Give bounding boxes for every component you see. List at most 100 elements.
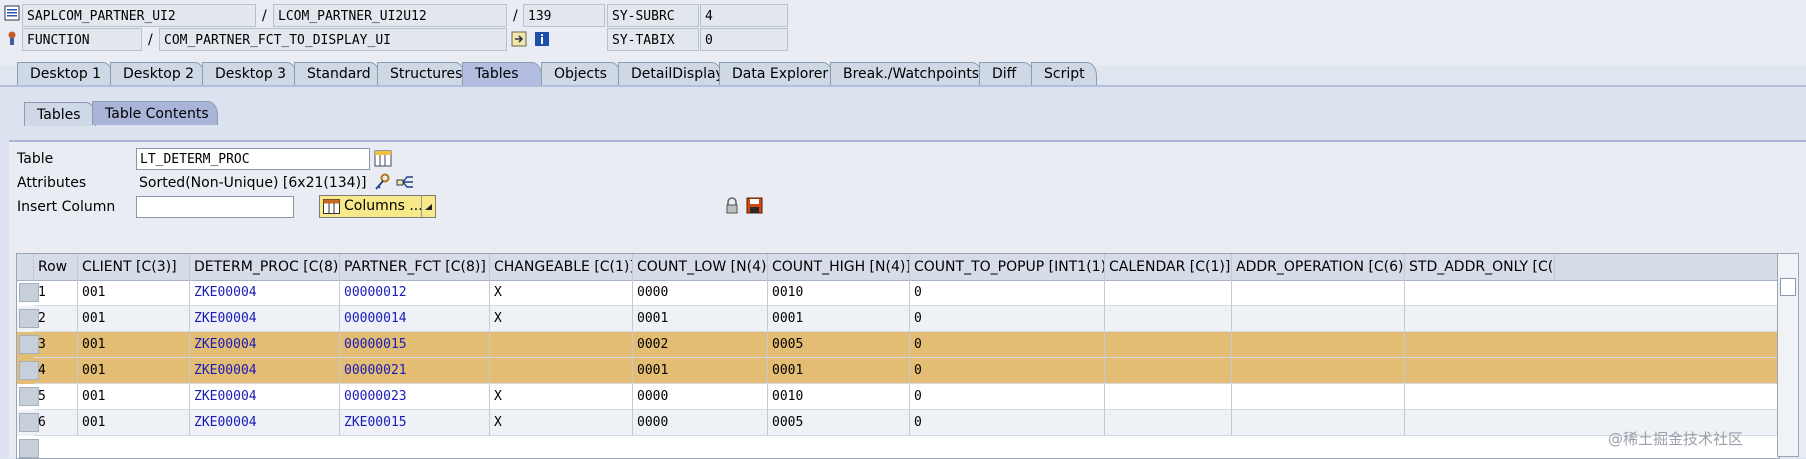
table-view-icon[interactable]: [374, 150, 392, 167]
watermark: @稀土掘金技术社区: [1608, 430, 1744, 448]
cell-addr-operation: [1232, 384, 1405, 410]
cell-count-to-popup: 0: [910, 358, 1105, 384]
table-row[interactable]: 6 001 ZKE00004 ZKE00015 X 0000 0005 0: [17, 410, 1779, 436]
cell-count-low: 0000: [633, 280, 768, 306]
cell-count-to-popup: 0: [910, 280, 1105, 306]
tab-script[interactable]: Script: [1031, 62, 1097, 85]
table-name-input[interactable]: LT_DETERM_PROC: [136, 148, 370, 170]
table-row[interactable]: 1 001 ZKE00004 00000012 X 0000 0010 0: [17, 280, 1779, 306]
key-icon[interactable]: [373, 173, 392, 192]
separator-slash: /: [262, 8, 267, 24]
cell-count-to-popup: 0: [910, 410, 1105, 436]
columns-button[interactable]: Columns ...: [319, 195, 436, 218]
cell-count-to-popup: 0: [910, 384, 1105, 410]
debugger-info-bar: SAPLCOM_PARTNER_UI2 / LCOM_PARTNER_UI2U1…: [0, 0, 1806, 66]
lock-icon[interactable]: [724, 197, 740, 215]
columns-button-label: Columns ...: [344, 198, 423, 214]
column-header-determ-proc[interactable]: DETERM_PROC [C(8)]: [190, 254, 340, 280]
tab-desktop-3[interactable]: Desktop 3: [202, 62, 297, 85]
table-label: Table: [17, 151, 54, 167]
cell-row: 5: [34, 384, 78, 410]
event-name-field: COM_PARTNER_FCT_TO_DISPLAY_UI: [159, 28, 507, 51]
scrollbar-thumb[interactable]: [1780, 278, 1796, 296]
tab-desktop-2[interactable]: Desktop 2: [110, 62, 205, 85]
table-row-highlighted[interactable]: 4 001 ZKE00004 00000021 0001 0001 0: [17, 358, 1779, 384]
cell-determ-proc[interactable]: ZKE00004: [190, 358, 340, 384]
cell-changeable: X: [490, 410, 633, 436]
cell-determ-proc[interactable]: ZKE00004: [190, 410, 340, 436]
table-contents-grid: Row CLIENT [C(3)] DETERM_PROC [C(8)] PAR…: [16, 253, 1780, 459]
cell-count-low: 0001: [633, 306, 768, 332]
tab-standard[interactable]: Standard: [294, 62, 380, 85]
document-icon: [4, 5, 20, 21]
insert-column-input[interactable]: [136, 196, 294, 218]
cell-count-low: 0002: [633, 332, 768, 358]
separator-slash: /: [148, 32, 153, 48]
cell-determ-proc[interactable]: ZKE00004: [190, 332, 340, 358]
cell-determ-proc[interactable]: ZKE00004: [190, 280, 340, 306]
cell-calendar: [1105, 410, 1232, 436]
subrc-label: SY-SUBRC: [607, 4, 699, 27]
cell-determ-proc[interactable]: ZKE00004: [190, 384, 340, 410]
cell-partner-fct[interactable]: ZKE00015: [340, 410, 490, 436]
vertical-scrollbar[interactable]: [1777, 253, 1799, 457]
tab-diff[interactable]: Diff: [979, 62, 1034, 85]
separator-slash: /: [513, 8, 518, 24]
cell-calendar: [1105, 332, 1232, 358]
cell-std-addr-only: [1405, 384, 1779, 410]
table-row-empty: [17, 436, 1779, 458]
cell-count-low: 0001: [633, 358, 768, 384]
column-header-calendar[interactable]: CALENDAR [C(1)]: [1105, 254, 1232, 280]
row-selector[interactable]: [19, 439, 39, 458]
column-header-row[interactable]: Row: [34, 254, 78, 280]
cell-calendar: [1105, 280, 1232, 306]
column-header-count-low[interactable]: COUNT_LOW [N(4)]: [633, 254, 768, 280]
cell-row: 1: [34, 280, 78, 306]
cell-client: 001: [78, 384, 190, 410]
column-header-client[interactable]: CLIENT [C(3)]: [78, 254, 190, 280]
tab-breakpoints[interactable]: Break./Watchpoints: [830, 62, 982, 85]
tab-tables[interactable]: Tables: [462, 62, 542, 85]
cell-count-to-popup: 0: [910, 332, 1105, 358]
tab-desktop-1[interactable]: Desktop 1: [17, 62, 113, 85]
subtab-table-contents[interactable]: Table Contents: [92, 101, 218, 125]
cell-partner-fct[interactable]: 00000014: [340, 306, 490, 332]
table-row-highlighted[interactable]: 3 001 ZKE00004 00000015 0002 0005 0: [17, 332, 1779, 358]
include-field: LCOM_PARTNER_UI2U12: [273, 4, 507, 27]
tab-detail-display[interactable]: DetailDisplay: [618, 62, 724, 85]
tab-objects[interactable]: Objects: [541, 62, 621, 85]
table-row[interactable]: 2 001 ZKE00004 00000014 X 0001 0001 0: [17, 306, 1779, 332]
cell-row: 6: [34, 410, 78, 436]
select-all-cell[interactable]: [17, 254, 34, 280]
cell-calendar: [1105, 384, 1232, 410]
cell-partner-fct[interactable]: 00000021: [340, 358, 490, 384]
column-header-partner-fct[interactable]: PARTNER_FCT [C(8)]: [340, 254, 490, 280]
table-header-row: Row CLIENT [C(3)] DETERM_PROC [C(8)] PAR…: [17, 254, 1779, 281]
subtab-tables[interactable]: Tables: [24, 102, 96, 126]
cell-row: 3: [34, 332, 78, 358]
table-row[interactable]: 5 001 ZKE00004 00000023 X 0000 0010 0: [17, 384, 1779, 410]
navigate-icon[interactable]: [511, 31, 527, 47]
cell-std-addr-only: [1405, 332, 1779, 358]
info-icon[interactable]: [534, 31, 550, 47]
column-header-addr-operation[interactable]: ADDR_OPERATION [C(6)]: [1232, 254, 1405, 280]
cell-count-high: 0001: [768, 358, 910, 384]
hierarchy-icon[interactable]: [396, 173, 415, 192]
cell-partner-fct[interactable]: 00000023: [340, 384, 490, 410]
tab-data-explorer[interactable]: Data Explorer: [719, 62, 833, 85]
tabix-value: 0: [700, 28, 788, 51]
column-header-count-high[interactable]: COUNT_HIGH [N(4)]: [768, 254, 910, 280]
cell-partner-fct[interactable]: 00000012: [340, 280, 490, 306]
cell-addr-operation: [1232, 332, 1405, 358]
column-header-std-addr-only[interactable]: STD_ADDR_ONLY [C(1: [1405, 254, 1555, 280]
dropdown-arrow-icon[interactable]: [421, 196, 435, 217]
column-header-count-to-popup[interactable]: COUNT_TO_POPUP [INT1(1)]: [910, 254, 1105, 280]
cell-addr-operation: [1232, 280, 1405, 306]
cell-partner-fct[interactable]: 00000015: [340, 332, 490, 358]
columns-icon: [323, 199, 340, 214]
tab-structures[interactable]: Structures: [377, 62, 465, 85]
cell-count-low: 0000: [633, 410, 768, 436]
save-icon[interactable]: [746, 197, 763, 214]
cell-determ-proc[interactable]: ZKE00004: [190, 306, 340, 332]
column-header-changeable[interactable]: CHANGEABLE [C(1)]: [490, 254, 633, 280]
